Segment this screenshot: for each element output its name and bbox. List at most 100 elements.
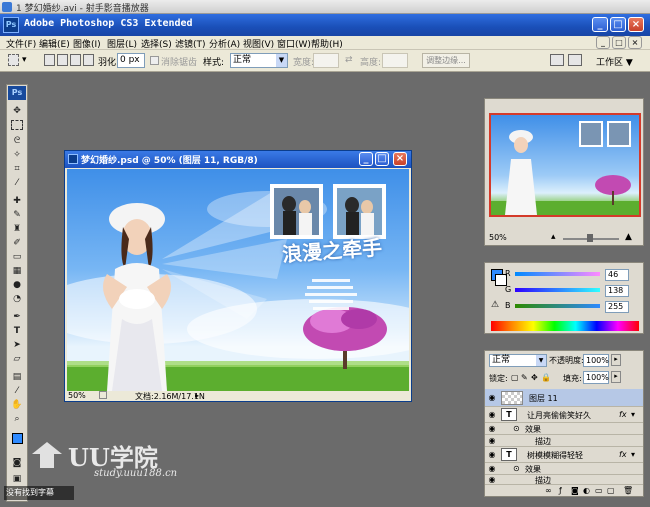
channel-r-slider[interactable] bbox=[515, 272, 600, 276]
zoom-out-icon[interactable]: ▴ bbox=[551, 232, 556, 242]
maximize-button[interactable]: □ bbox=[610, 17, 626, 32]
antialias-checkbox[interactable] bbox=[150, 56, 159, 65]
menu-edit[interactable]: 编辑(E) bbox=[39, 37, 70, 50]
new-selection-icon[interactable] bbox=[44, 54, 55, 66]
layer-effect-row[interactable]: ◉ 描边 bbox=[485, 435, 643, 447]
clone-stamp-tool-icon[interactable]: ♜ bbox=[10, 223, 24, 235]
document-minimize-button[interactable]: _ bbox=[359, 152, 373, 166]
adjustment-layer-icon[interactable]: ◐ bbox=[583, 486, 590, 495]
shape-tool-icon[interactable]: ▱ bbox=[10, 353, 24, 365]
refine-edge-button[interactable]: 调整边缘... bbox=[422, 53, 470, 68]
blur-tool-icon[interactable]: ● bbox=[10, 279, 24, 291]
preset-arrow-icon[interactable]: ▾ bbox=[22, 55, 27, 65]
history-brush-tool-icon[interactable]: ✐ bbox=[10, 237, 24, 249]
navigator-preview[interactable] bbox=[489, 113, 641, 217]
zoom-tool-icon[interactable]: ⌕ bbox=[10, 413, 24, 425]
marquee-preset-icon[interactable] bbox=[8, 54, 19, 66]
eye-icon[interactable]: ◉ bbox=[487, 424, 497, 434]
eye-icon[interactable]: ◉ bbox=[487, 393, 497, 403]
move-tool-icon[interactable]: ✥ bbox=[10, 105, 24, 117]
layer-name[interactable]: 让月亮偷偷笑好久 bbox=[527, 410, 591, 421]
gamut-warning-icon[interactable]: ⚠ bbox=[491, 300, 499, 310]
new-layer-icon[interactable]: ▢ bbox=[607, 486, 615, 495]
menu-file[interactable]: 文件(F) bbox=[6, 37, 36, 50]
delete-layer-icon[interactable]: 🗑 bbox=[623, 486, 633, 495]
zoom-in-icon[interactable]: ▲ bbox=[625, 232, 632, 242]
menu-select[interactable]: 选择(S) bbox=[141, 37, 172, 50]
menu-filter[interactable]: 滤镜(T) bbox=[175, 37, 206, 50]
marquee-tool-icon[interactable] bbox=[11, 120, 23, 130]
layer-name[interactable]: 图层 11 bbox=[529, 393, 558, 404]
lock-transparent-icon[interactable]: ▢ bbox=[511, 373, 519, 382]
lock-position-icon[interactable]: ✥ bbox=[531, 373, 538, 382]
eye-icon[interactable]: ◉ bbox=[487, 410, 497, 420]
swap-icon[interactable]: ⇄ bbox=[345, 55, 353, 65]
menu-help[interactable]: 帮助(H) bbox=[311, 37, 343, 50]
fill-input[interactable]: 100% bbox=[583, 371, 609, 384]
layer-effect-row[interactable]: ◉ 描边 bbox=[485, 475, 643, 485]
eyedropper-tool-icon[interactable]: ⁄ bbox=[10, 177, 24, 189]
expand-arrow-icon[interactable]: ▾ bbox=[631, 450, 635, 459]
lasso-tool-icon[interactable]: ᘓ bbox=[10, 135, 24, 147]
brush-tool-icon[interactable]: ✎ bbox=[10, 209, 24, 221]
add-mask-icon[interactable]: ◙ bbox=[571, 486, 579, 495]
channel-b-input[interactable]: 255 bbox=[605, 301, 629, 313]
doc-restore-button[interactable]: □ bbox=[612, 36, 626, 49]
foreground-color-swatch[interactable] bbox=[12, 433, 23, 444]
fx-badge[interactable]: fx bbox=[619, 450, 627, 459]
fill-arrow-icon[interactable]: ▸ bbox=[611, 371, 621, 383]
channel-g-slider[interactable] bbox=[515, 288, 600, 292]
magic-wand-tool-icon[interactable]: ✧ bbox=[10, 149, 24, 161]
type-tool-icon[interactable]: T bbox=[10, 325, 24, 337]
eyedropper2-tool-icon[interactable]: ⁄ bbox=[10, 385, 24, 397]
eye-icon[interactable]: ◉ bbox=[487, 450, 497, 460]
document-close-button[interactable]: × bbox=[393, 152, 407, 166]
expand-arrow-icon[interactable]: ▾ bbox=[631, 410, 635, 419]
healing-brush-tool-icon[interactable]: ✚ bbox=[10, 195, 24, 207]
menu-image[interactable]: 图像(I) bbox=[73, 37, 101, 50]
doc-minimize-button[interactable]: _ bbox=[596, 36, 610, 49]
lock-image-icon[interactable]: ✎ bbox=[521, 373, 528, 382]
navigator-zoom-value[interactable]: 50% bbox=[489, 233, 507, 242]
layer-row[interactable]: ◉ 图层 11 bbox=[485, 389, 643, 407]
channel-r-input[interactable]: 46 bbox=[605, 269, 629, 281]
document-maximize-button[interactable]: □ bbox=[375, 152, 389, 166]
close-button[interactable]: × bbox=[628, 17, 644, 32]
opacity-arrow-icon[interactable]: ▸ bbox=[611, 354, 621, 366]
layer-effects-row[interactable]: ◉ ⊙ 效果 bbox=[485, 463, 643, 475]
hand-tool-icon[interactable]: ✋ bbox=[10, 399, 24, 411]
fx-badge[interactable]: fx bbox=[619, 410, 627, 419]
feather-input[interactable]: 0 px bbox=[117, 53, 145, 68]
menu-view[interactable]: 视图(V) bbox=[243, 37, 274, 50]
add-selection-icon[interactable] bbox=[57, 54, 68, 66]
channel-b-slider[interactable] bbox=[515, 304, 600, 308]
menu-analysis[interactable]: 分析(A) bbox=[209, 37, 240, 50]
minimize-button[interactable]: _ bbox=[592, 17, 608, 32]
notes-tool-icon[interactable]: ▤ bbox=[10, 371, 24, 383]
dodge-tool-icon[interactable]: ◔ bbox=[10, 293, 24, 305]
image-canvas[interactable]: 浪漫之牵手 bbox=[67, 169, 409, 391]
layer-name[interactable]: 树模模糊得轻轻 bbox=[527, 450, 583, 461]
channel-g-input[interactable]: 138 bbox=[605, 285, 629, 297]
add-style-icon[interactable]: ƒ bbox=[559, 486, 562, 495]
menu-layer[interactable]: 图层(L) bbox=[107, 37, 137, 50]
color-spectrum-bar[interactable] bbox=[491, 321, 639, 331]
status-menu-icon[interactable] bbox=[99, 391, 107, 399]
doc-close-button[interactable]: × bbox=[628, 36, 642, 49]
quick-mask-icon[interactable]: ◙ bbox=[10, 457, 24, 469]
layer-row[interactable]: ◉ T 树模模糊得轻轻 fx ▾ bbox=[485, 447, 643, 463]
intersect-selection-icon[interactable] bbox=[83, 54, 94, 66]
blend-mode-select[interactable]: 正常 ▼ bbox=[489, 354, 547, 367]
status-arrow-icon[interactable]: ▸ bbox=[195, 391, 199, 400]
height-input[interactable] bbox=[382, 53, 408, 68]
width-input[interactable] bbox=[313, 53, 339, 68]
screen-mode-icon[interactable]: ▣ bbox=[10, 473, 24, 485]
pen-tool-icon[interactable]: ✒ bbox=[10, 311, 24, 323]
navigator-slider-handle[interactable] bbox=[587, 234, 593, 242]
subtract-selection-icon[interactable] bbox=[70, 54, 81, 66]
opacity-input[interactable]: 100% bbox=[583, 354, 609, 367]
eraser-tool-icon[interactable]: ▭ bbox=[10, 251, 24, 263]
eye-icon[interactable]: ◉ bbox=[487, 436, 497, 446]
palette-well-icon[interactable] bbox=[550, 54, 564, 66]
crop-tool-icon[interactable]: ⌗ bbox=[10, 163, 24, 175]
